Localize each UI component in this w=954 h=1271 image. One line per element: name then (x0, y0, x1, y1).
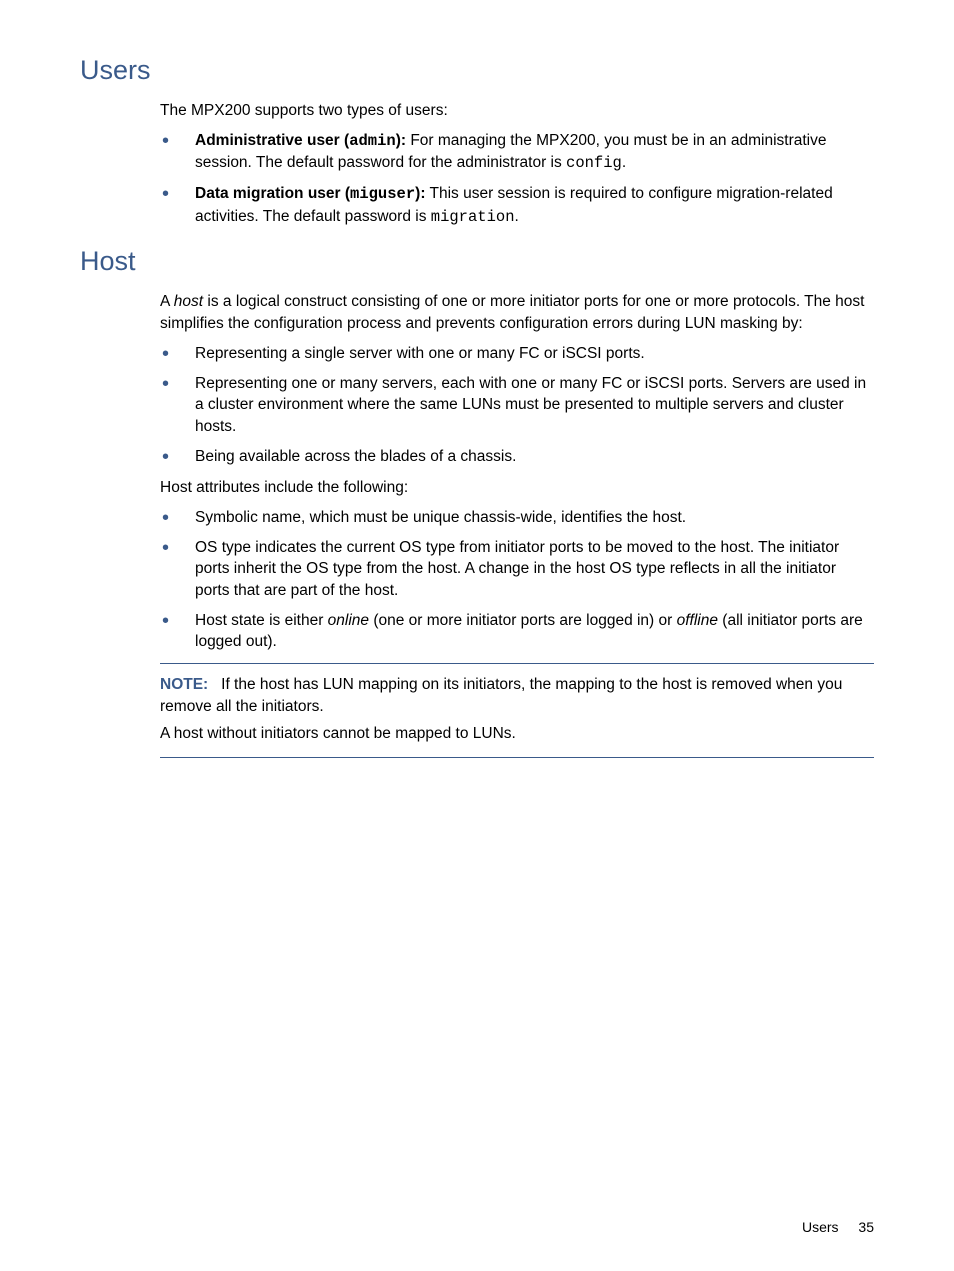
host-intro: A host is a logical construct consisting… (160, 291, 874, 334)
host-list-item: OS type indicates the current OS type fr… (160, 537, 874, 602)
footer-label: Users (802, 1219, 839, 1235)
host-heading: Host (80, 246, 874, 277)
users-list-item: Data migration user (miguser): This user… (160, 183, 874, 228)
host-list-item: Host state is either online (one or more… (160, 610, 874, 653)
host-list-item: Being available across the blades of a c… (160, 446, 874, 468)
host-list-item: Symbolic name, which must be unique chas… (160, 507, 874, 529)
host-body: A host is a logical construct consisting… (160, 291, 874, 758)
page-footer: Users 35 (802, 1219, 874, 1235)
note-p1: NOTE: If the host has LUN mapping on its… (160, 674, 874, 717)
host-list-item: Representing a single server with one or… (160, 343, 874, 365)
host-list-item: Representing one or many servers, each w… (160, 373, 874, 438)
users-list: Administrative user (admin): For managin… (160, 130, 874, 229)
host-attributes-intro: Host attributes include the following: (160, 477, 874, 499)
item-bold: Administrative user (admin): (195, 132, 406, 149)
item-bold: Data migration user (miguser): (195, 185, 425, 202)
host-list1: Representing a single server with one or… (160, 343, 874, 467)
users-intro: The MPX200 supports two types of users: (160, 100, 874, 122)
note-box: NOTE: If the host has LUN mapping on its… (160, 663, 874, 758)
footer-page-number: 35 (858, 1219, 874, 1235)
users-body: The MPX200 supports two types of users: … (160, 100, 874, 228)
host-list2: Symbolic name, which must be unique chas… (160, 507, 874, 653)
note-label: NOTE: (160, 676, 208, 693)
users-section: Users The MPX200 supports two types of u… (80, 55, 874, 228)
users-list-item: Administrative user (admin): For managin… (160, 130, 874, 175)
note-p2: A host without initiators cannot be mapp… (160, 723, 874, 745)
host-section: Host A host is a logical construct consi… (80, 246, 874, 758)
users-heading: Users (80, 55, 874, 86)
